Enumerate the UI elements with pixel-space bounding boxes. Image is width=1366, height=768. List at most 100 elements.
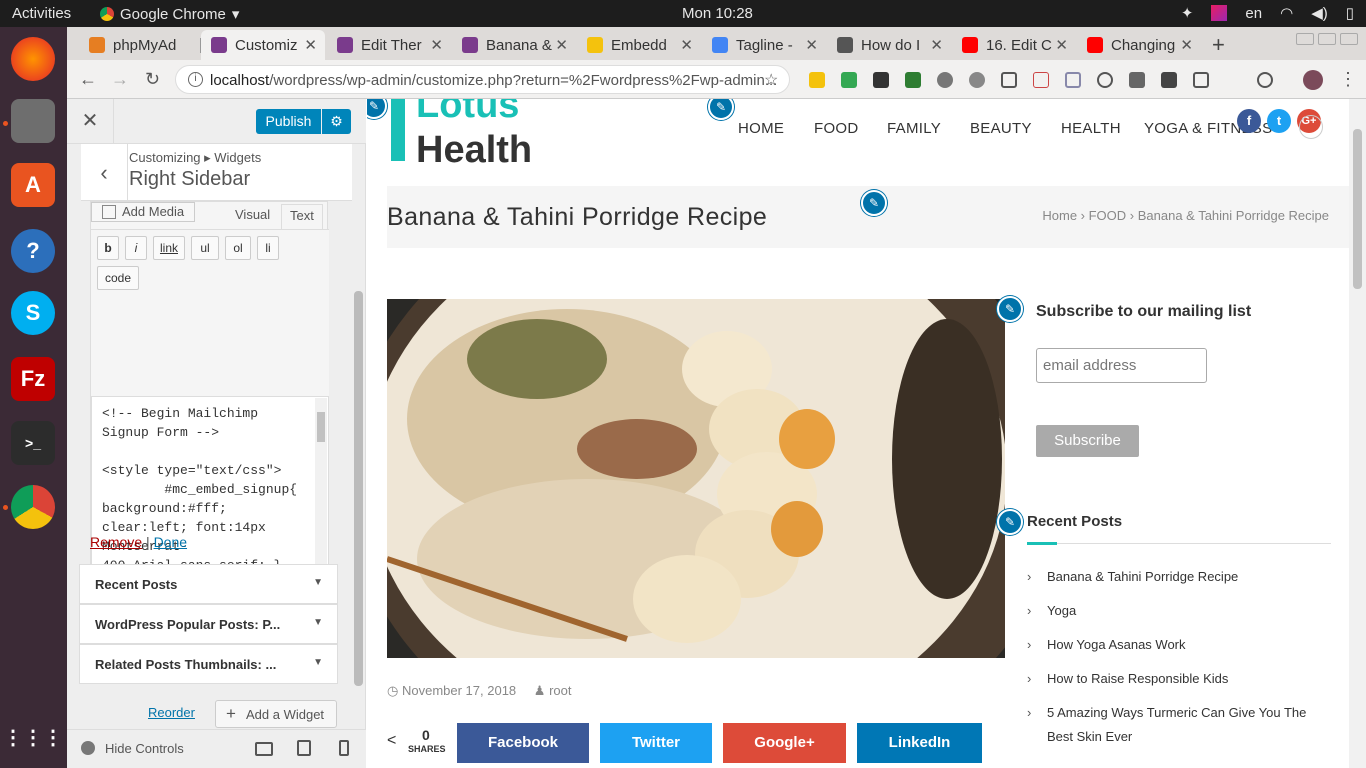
quicktag-bold[interactable]: b (97, 236, 119, 260)
site-logo-line2[interactable]: Health (416, 129, 532, 172)
system-tray[interactable]: ✦ en ◠ ◀) ▯ (1181, 4, 1354, 23)
menu-food[interactable]: FOOD (814, 120, 859, 137)
battery-icon[interactable]: ▯ (1346, 4, 1354, 22)
email-input[interactable]: email address (1036, 348, 1207, 383)
reorder-link[interactable]: Reorder (148, 705, 195, 720)
terminal-icon[interactable]: >_ (11, 421, 55, 465)
publish-settings-gear-icon[interactable]: ⚙ (322, 109, 351, 134)
chrome-dock-icon[interactable] (11, 485, 55, 529)
shield-icon[interactable] (1065, 72, 1081, 88)
subscribe-button[interactable]: Subscribe (1036, 425, 1139, 457)
dropbox-icon[interactable]: ✦ (1181, 4, 1194, 22)
share-linkedin-button[interactable]: LinkedIn (857, 723, 982, 763)
new-tab-button[interactable]: + (1212, 32, 1225, 58)
close-icon[interactable]: ✕ (430, 36, 443, 54)
widget-recent-posts[interactable]: Recent Posts ▼ (79, 564, 338, 604)
quicktag-link[interactable]: link (153, 236, 185, 260)
breadcrumb[interactable]: Home › FOOD › Banana & Tahini Porridge R… (1042, 208, 1329, 223)
software-center-icon[interactable]: A (11, 163, 55, 207)
volume-icon[interactable]: ◀) (1311, 4, 1328, 22)
remove-link[interactable]: Remove (90, 534, 142, 550)
activities-button[interactable]: Activities (12, 5, 71, 22)
recent-post-link[interactable]: Yoga (1027, 599, 1332, 623)
tab-changing[interactable]: Changing ✕ (1077, 30, 1201, 60)
tab-visual[interactable]: Visual (227, 204, 278, 229)
edit-pencil-icon[interactable]: ✎ (997, 509, 1023, 535)
info-icon[interactable]: i (188, 72, 203, 87)
window-close-icon[interactable] (1340, 33, 1358, 45)
close-icon[interactable]: ✕ (1055, 36, 1068, 54)
close-icon[interactable]: ✕ (930, 36, 943, 54)
edit-pencil-icon[interactable]: ✎ (708, 99, 734, 120)
tab-embed[interactable]: Embedd ✕ (577, 30, 701, 60)
tab-tagline[interactable]: Tagline - ✕ (702, 30, 826, 60)
extension-icon[interactable] (873, 72, 889, 88)
forward-icon[interactable]: → (111, 69, 129, 90)
post-author[interactable]: root (549, 683, 571, 698)
maximize-icon[interactable] (1318, 33, 1336, 45)
menu-icon[interactable]: ⋮ (1339, 69, 1357, 90)
show-applications-icon[interactable]: ⋮⋮⋮ (3, 715, 63, 759)
widget-popular-posts[interactable]: WordPress Popular Posts: P... ▼ (79, 604, 338, 644)
tablet-preview-icon[interactable] (297, 740, 311, 756)
menu-home[interactable]: HOME (738, 120, 784, 137)
add-widget-button[interactable]: + Add a Widget (215, 700, 337, 728)
menu-family[interactable]: FAMILY (887, 120, 941, 137)
window-controls[interactable] (1296, 33, 1358, 45)
twitter-icon[interactable]: t (1267, 109, 1291, 133)
edit-pencil-icon[interactable]: ✎ (367, 99, 387, 119)
edit-pencil-icon[interactable]: ✎ (997, 296, 1023, 322)
tab-text[interactable]: Text (281, 204, 323, 229)
publish-button[interactable]: Publish (256, 109, 321, 134)
hide-controls-button[interactable]: Hide Controls (81, 741, 184, 756)
clock[interactable]: Mon 10:28 (682, 5, 753, 22)
close-icon[interactable]: ✕ (805, 36, 818, 54)
firefox-icon[interactable] (11, 37, 55, 81)
minimize-icon[interactable] (1296, 33, 1314, 45)
back-chevron-icon[interactable]: ‹ (81, 144, 128, 201)
share-googleplus-button[interactable]: Google+ (723, 723, 846, 763)
extension-icon[interactable] (1161, 72, 1177, 88)
tab-phpmyadmin[interactable]: phpMyAd (79, 30, 201, 60)
language-indicator[interactable]: en (1245, 5, 1262, 22)
recent-post-link[interactable]: How to Raise Responsible Kids (1027, 667, 1332, 691)
panel-scrollbar[interactable] (354, 291, 363, 686)
close-icon[interactable]: ✕ (304, 36, 317, 54)
menu-beauty[interactable]: BEAUTY (970, 120, 1032, 137)
recent-post-link[interactable]: How Yoga Asanas Work (1027, 633, 1332, 657)
tab-edit-theme[interactable]: Edit Ther ✕ (327, 30, 451, 60)
app-menu[interactable]: Google Chrome ▾ (100, 5, 239, 23)
close-icon[interactable]: ✕ (680, 36, 693, 54)
screenshot-icon[interactable] (1001, 72, 1017, 88)
recent-post-link[interactable]: Banana & Tahini Porridge Recipe (1027, 565, 1332, 589)
quicktag-ol[interactable]: ol (225, 236, 251, 260)
files-icon[interactable] (11, 99, 55, 143)
speed-icon[interactable] (1097, 72, 1113, 88)
wordpress-icon[interactable] (937, 72, 953, 88)
tab-banana[interactable]: Banana & ✕ (452, 30, 576, 60)
tab-edit-c[interactable]: 16. Edit C ✕ (952, 30, 1076, 60)
bookmark-star-icon[interactable]: ☆ (764, 70, 778, 90)
search-icon[interactable] (1299, 115, 1323, 139)
extension-icon[interactable] (1193, 72, 1209, 88)
app-indicator-icon[interactable] (1211, 5, 1228, 21)
quicktag-code[interactable]: code (97, 266, 139, 290)
menu-health[interactable]: HEALTH (1061, 120, 1121, 137)
facebook-icon[interactable]: f (1237, 109, 1261, 133)
calendar-icon[interactable] (1033, 72, 1049, 88)
tab-how-do-i[interactable]: How do I ✕ (827, 30, 951, 60)
close-icon[interactable]: ✕ (555, 36, 568, 54)
edit-pencil-icon[interactable]: ✎ (861, 190, 887, 216)
tab-customizer[interactable]: Customiz ✕ (201, 30, 325, 60)
extension-icon[interactable] (969, 72, 985, 88)
skype-icon[interactable]: S (11, 291, 55, 335)
widget-related-posts[interactable]: Related Posts Thumbnails: ... ▼ (79, 644, 338, 684)
share-facebook-button[interactable]: Facebook (457, 723, 589, 763)
post-date[interactable]: November 17, 2018 (402, 683, 516, 698)
filezilla-icon[interactable]: Fz (11, 357, 55, 401)
reload-icon[interactable]: ↻ (145, 69, 160, 90)
close-customizer-button[interactable]: ✕ (67, 99, 114, 144)
quicktag-li[interactable]: li (257, 236, 279, 260)
extension-icon[interactable] (809, 72, 825, 88)
back-icon[interactable]: ← (79, 69, 97, 90)
